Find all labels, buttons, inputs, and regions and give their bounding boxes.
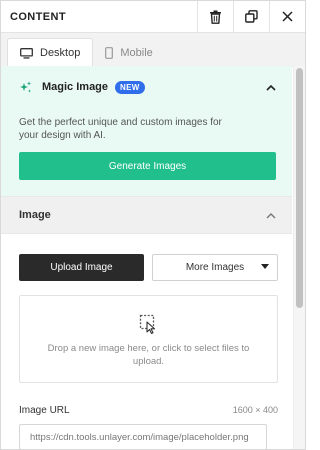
monitor-icon: [20, 47, 33, 59]
duplicate-button[interactable]: [233, 1, 269, 32]
more-images-button[interactable]: More Images: [152, 254, 278, 281]
generate-images-button[interactable]: Generate Images: [19, 152, 276, 180]
chevron-up-icon[interactable]: [266, 84, 276, 91]
image-url-input[interactable]: [19, 424, 267, 449]
image-dropzone[interactable]: Drop a new image here, or click to selec…: [19, 295, 278, 383]
tab-mobile-label: Mobile: [120, 46, 153, 59]
image-url-row: Image URL 1600 × 400: [19, 405, 278, 416]
close-icon: [282, 11, 293, 22]
panel-content: Magic Image NEW Get the perfect unique a…: [1, 66, 292, 449]
upload-image-button[interactable]: Upload Image: [19, 254, 144, 281]
scrollbar[interactable]: [293, 66, 305, 449]
mobile-icon: [105, 46, 114, 59]
tab-desktop-label: Desktop: [40, 47, 81, 59]
more-images-label: More Images: [185, 262, 245, 273]
image-dimensions: 1600 × 400: [232, 405, 278, 415]
content-panel: CONTENT Desktop Mobile Magic Image NEW G…: [0, 0, 306, 450]
copy-icon: [245, 10, 258, 23]
device-tabs: Desktop Mobile: [1, 33, 305, 67]
select-cursor-icon: [139, 314, 155, 334]
caret-down-icon: [261, 264, 269, 269]
scrollbar-thumb[interactable]: [296, 68, 303, 308]
magic-image-header[interactable]: Magic Image NEW: [19, 66, 276, 108]
dropzone-text: Drop a new image here, or click to selec…: [47, 343, 250, 367]
image-buttons: Upload Image More Images: [19, 254, 278, 281]
image-url-label: Image URL: [19, 405, 70, 416]
new-badge: NEW: [115, 80, 145, 94]
magic-image-section: Magic Image NEW Get the perfect unique a…: [1, 66, 292, 196]
chevron-up-icon[interactable]: [266, 212, 276, 219]
image-section-header[interactable]: Image: [1, 196, 292, 234]
image-section-body: Upload Image More Images Drop a new imag…: [1, 254, 292, 449]
trash-icon: [210, 10, 221, 24]
tab-mobile[interactable]: Mobile: [93, 39, 164, 66]
image-section-title: Image: [19, 209, 51, 221]
tab-desktop[interactable]: Desktop: [7, 38, 94, 67]
sparkle-icon: [20, 81, 31, 92]
delete-button[interactable]: [197, 1, 233, 32]
panel-header: CONTENT: [1, 1, 305, 33]
close-button[interactable]: [269, 1, 305, 32]
panel-title: CONTENT: [10, 10, 66, 23]
magic-image-title: Magic Image: [42, 81, 109, 93]
magic-image-description: Get the perfect unique and custom images…: [19, 117, 222, 141]
